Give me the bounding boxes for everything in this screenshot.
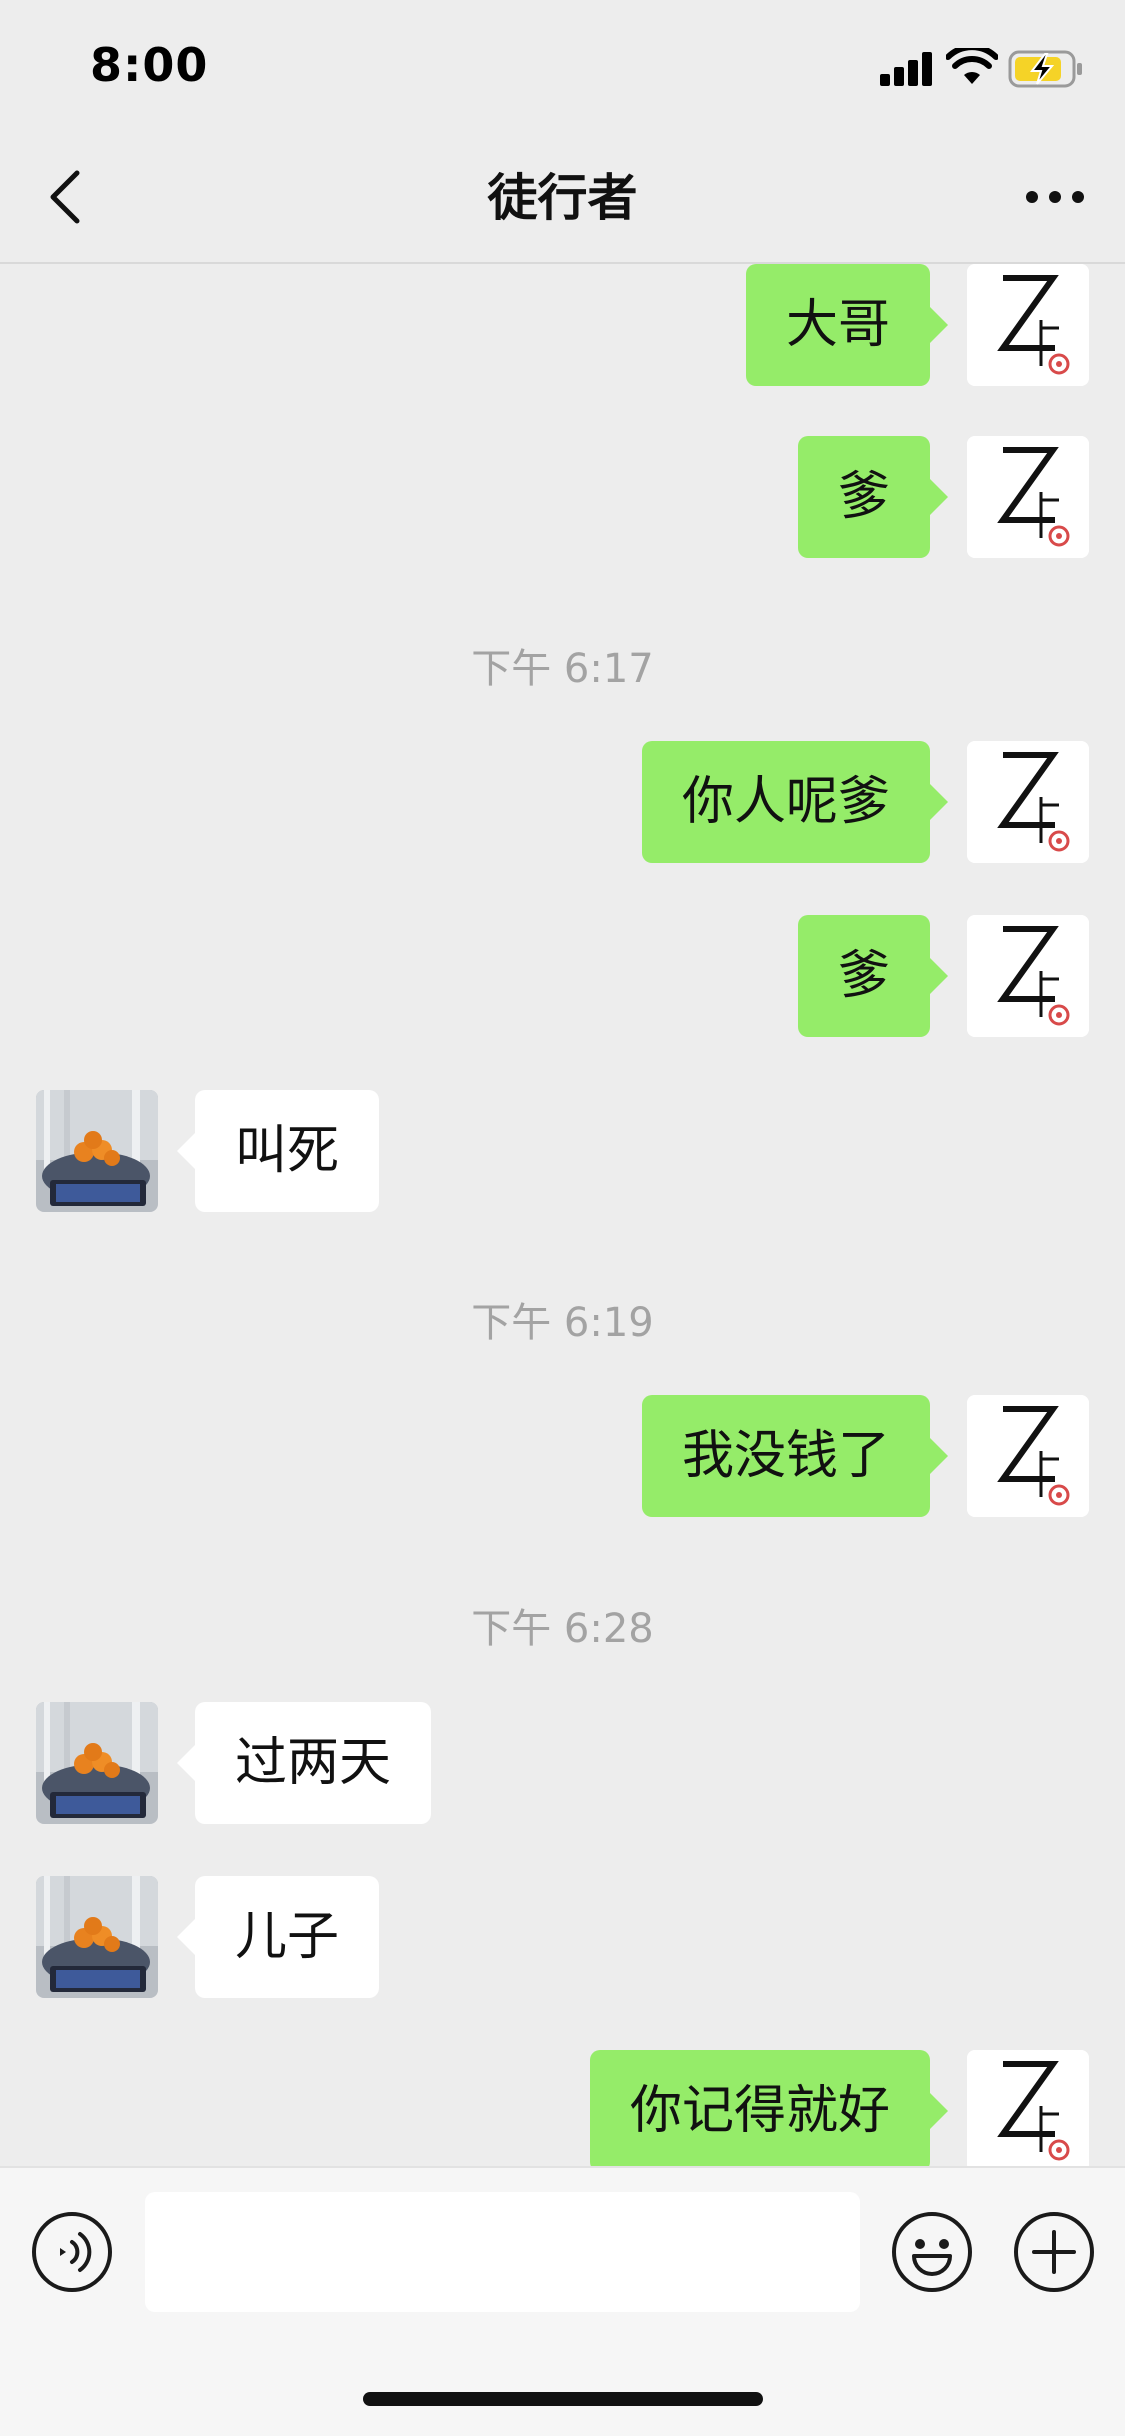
archery-store-logo-icon <box>967 915 1089 1037</box>
my-avatar[interactable] <box>967 2050 1089 2166</box>
ellipsis-icon <box>1026 191 1084 203</box>
archery-store-logo-icon <box>967 2050 1089 2166</box>
status-time: 8:00 <box>90 38 209 92</box>
home-indicator <box>363 2392 763 2406</box>
sent-message-bubble[interactable]: 你记得就好 <box>589 2050 949 2166</box>
archery-store-logo-icon <box>967 741 1089 863</box>
sent-message-bubble[interactable]: 你人呢爹 <box>641 741 949 863</box>
battery-charging-icon <box>1008 50 1082 88</box>
wifi-icon <box>946 48 998 84</box>
my-avatar[interactable] <box>967 1395 1089 1517</box>
sent-message-bubble[interactable]: 爹 <box>797 915 949 1037</box>
plus-icon[interactable] <box>1012 2210 1096 2294</box>
message-timestamp: 下午 6:28 <box>471 1606 654 1652</box>
contact-avatar[interactable] <box>36 1702 158 1824</box>
contact-avatar[interactable] <box>36 1090 158 1212</box>
my-avatar[interactable] <box>967 436 1089 558</box>
message-input[interactable] <box>145 2192 860 2312</box>
contact-avatar[interactable] <box>36 1876 158 1998</box>
status-bar: 8:00 <box>0 0 1125 132</box>
received-message-bubble[interactable]: 儿子 <box>176 1876 380 1998</box>
message-timestamp: 下午 6:19 <box>471 1300 654 1346</box>
my-avatar[interactable] <box>967 915 1089 1037</box>
archery-store-logo-icon <box>967 1395 1089 1517</box>
contact-photo-icon <box>36 1876 158 1998</box>
received-message-bubble[interactable]: 过两天 <box>176 1702 432 1824</box>
received-message-bubble[interactable]: 叫死 <box>176 1090 380 1212</box>
contact-photo-icon <box>36 1090 158 1212</box>
my-avatar[interactable] <box>967 741 1089 863</box>
sent-message-bubble[interactable]: 大哥 <box>745 264 949 386</box>
my-avatar[interactable] <box>967 264 1089 386</box>
cellular-signal-icon <box>880 52 932 86</box>
sent-message-bubble[interactable]: 我没钱了 <box>641 1395 949 1517</box>
archery-store-logo-icon <box>967 264 1089 386</box>
archery-store-logo-icon <box>967 436 1089 558</box>
contact-photo-icon <box>36 1702 158 1824</box>
emoji-icon[interactable] <box>890 2210 974 2294</box>
sent-message-bubble[interactable]: 爹 <box>797 436 949 558</box>
chat-header: 徒行者 <box>0 132 1125 264</box>
chat-title: 徒行者 <box>487 169 638 227</box>
message-list[interactable]: 大哥 爹 下午 6:17 你人呢爹 爹 叫死 下午 6:19 我没钱了 下午 6… <box>0 264 1125 2166</box>
more-options-button[interactable] <box>1015 162 1095 232</box>
voice-icon[interactable] <box>30 2210 114 2294</box>
message-timestamp: 下午 6:17 <box>471 646 654 692</box>
